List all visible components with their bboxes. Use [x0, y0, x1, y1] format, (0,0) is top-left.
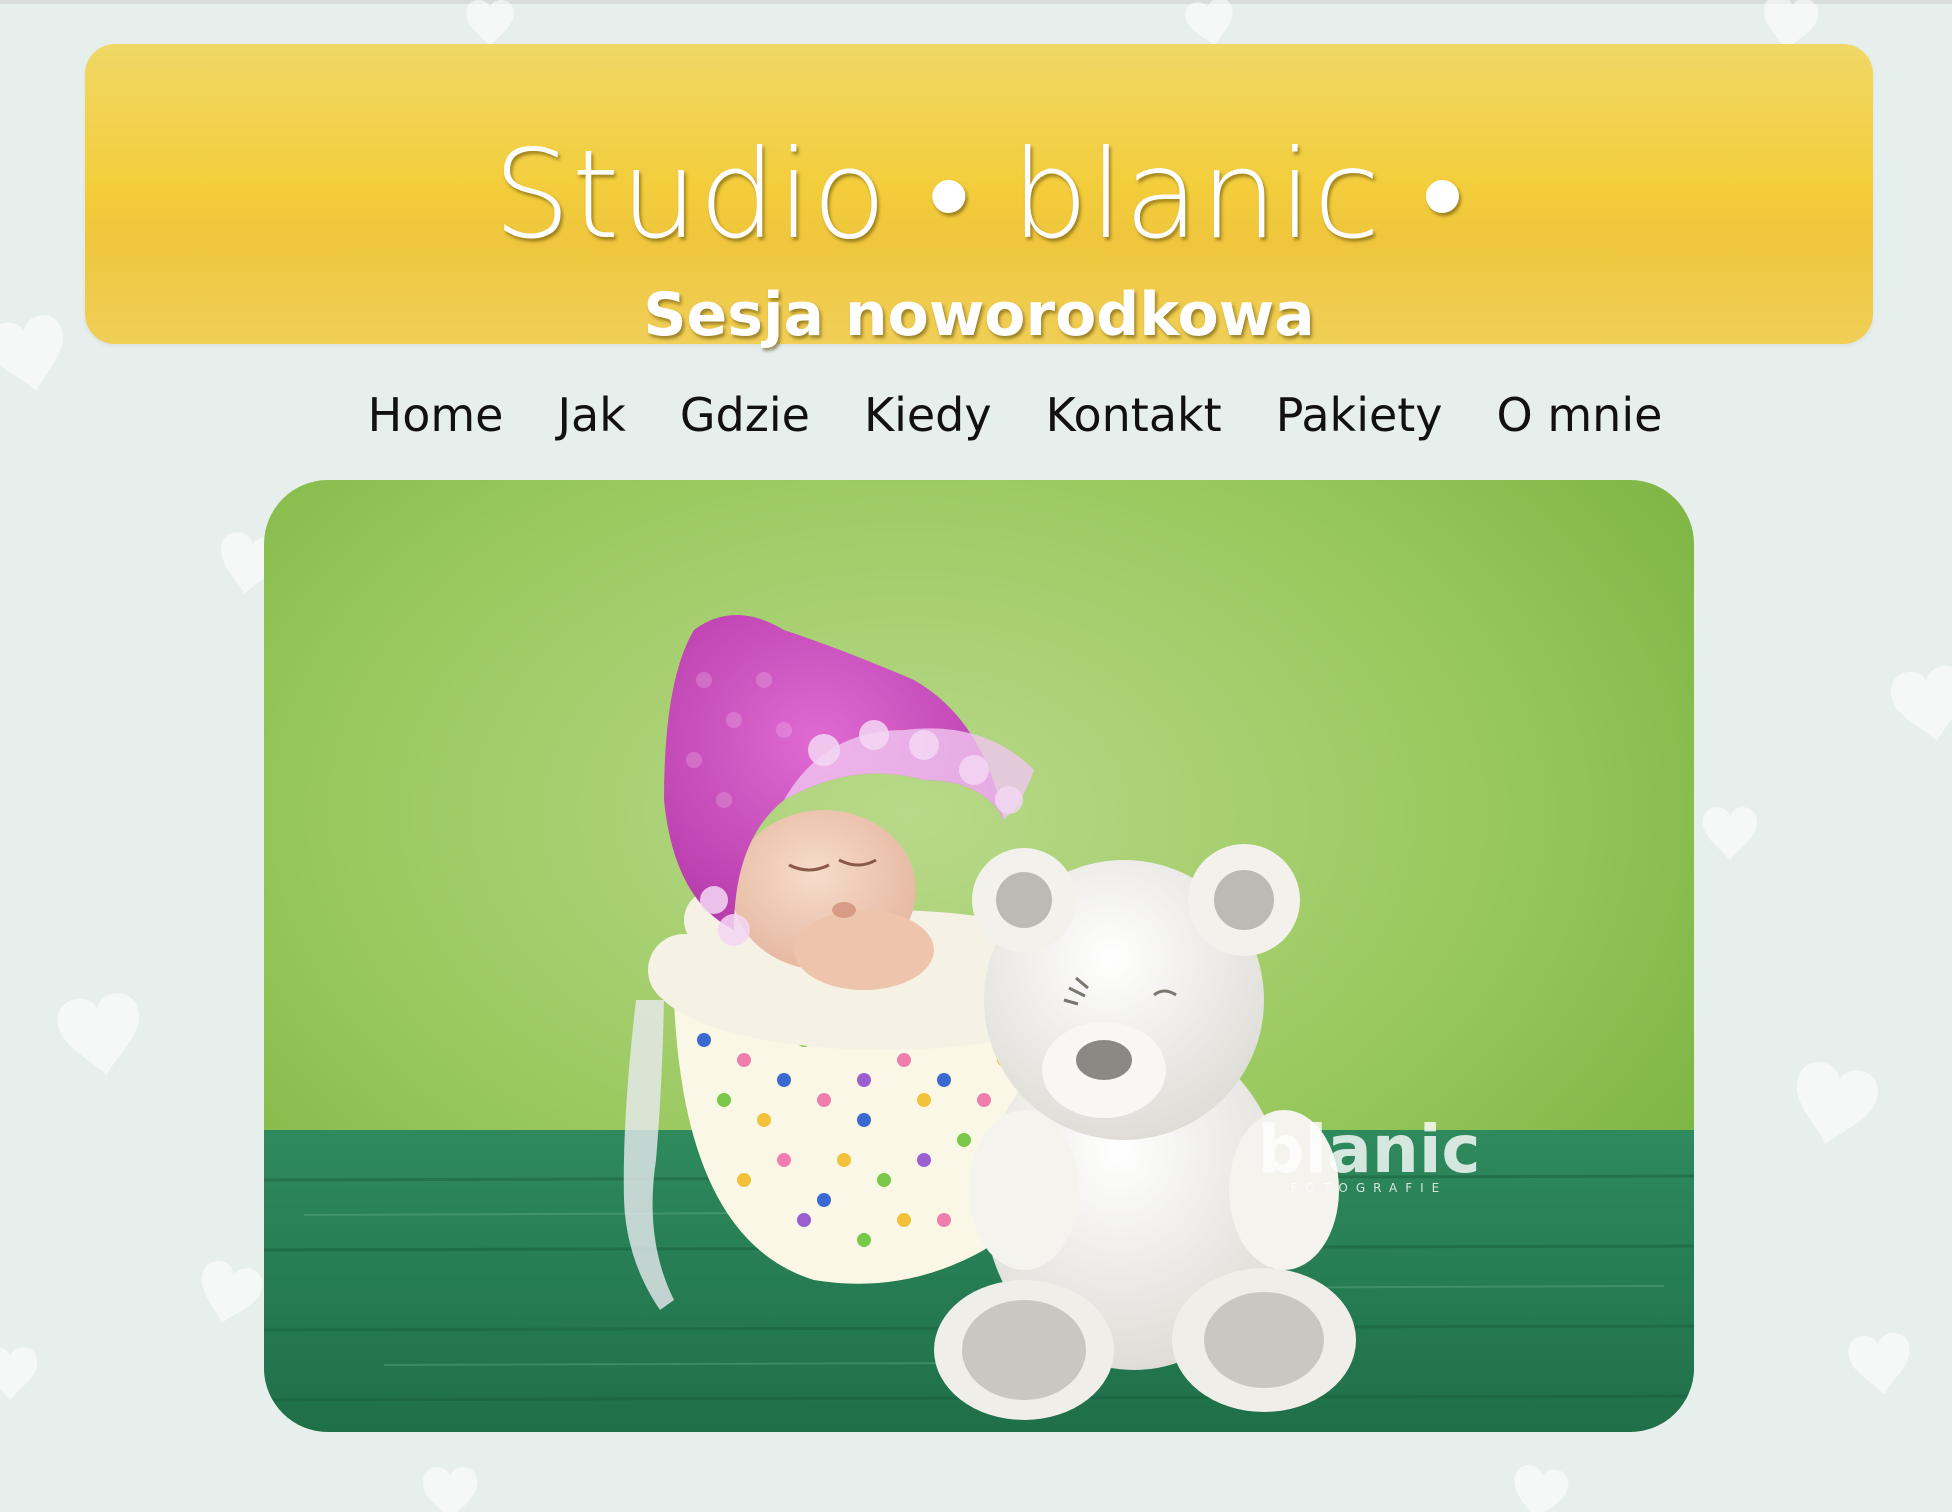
nav-item-pakiety[interactable]: Pakiety: [1249, 385, 1470, 445]
nav-item-gdzie[interactable]: Gdzie: [653, 385, 837, 445]
nav-item-o-mnie[interactable]: O mnie: [1470, 385, 1690, 445]
heart-icon: [192, 1257, 266, 1331]
hero-photo: blanic FOTOGRAFIE: [264, 480, 1694, 1432]
heart-icon: [1183, 0, 1239, 51]
heart-icon: [1785, 1058, 1883, 1154]
main-nav: Home Jak Gdzie Kiedy Kontakt Pakiety O m…: [345, 380, 1685, 450]
heart-icon: [1507, 1462, 1571, 1512]
heart-icon: [54, 990, 147, 1081]
heart-icon: [1702, 807, 1758, 861]
site-subtitle: Sesja noworodkowa: [643, 280, 1315, 350]
site-title: Studio • blanic •: [493, 124, 1465, 266]
heart-icon: [0, 311, 74, 399]
nav-item-home[interactable]: Home: [341, 385, 531, 445]
watermark-tag: FOTOGRAFIE: [1291, 1181, 1448, 1195]
heart-icon: [1846, 1331, 1915, 1398]
header-banner: Studio • blanic • Sesja noworodkowa: [85, 44, 1873, 350]
nav-item-kontakt[interactable]: Kontakt: [1019, 385, 1249, 445]
heart-icon: [422, 1467, 478, 1512]
nav-item-jak[interactable]: Jak: [530, 385, 652, 445]
hero-photo-illustration: blanic FOTOGRAFIE: [264, 480, 1694, 1432]
heart-icon: [1887, 662, 1952, 748]
heart-icon: [0, 1347, 38, 1401]
blanic-watermark: blanic FOTOGRAFIE: [1257, 1111, 1480, 1195]
watermark-name: blanic: [1257, 1111, 1480, 1188]
nav-item-kiedy[interactable]: Kiedy: [837, 385, 1019, 445]
heart-icon: [466, 0, 514, 47]
